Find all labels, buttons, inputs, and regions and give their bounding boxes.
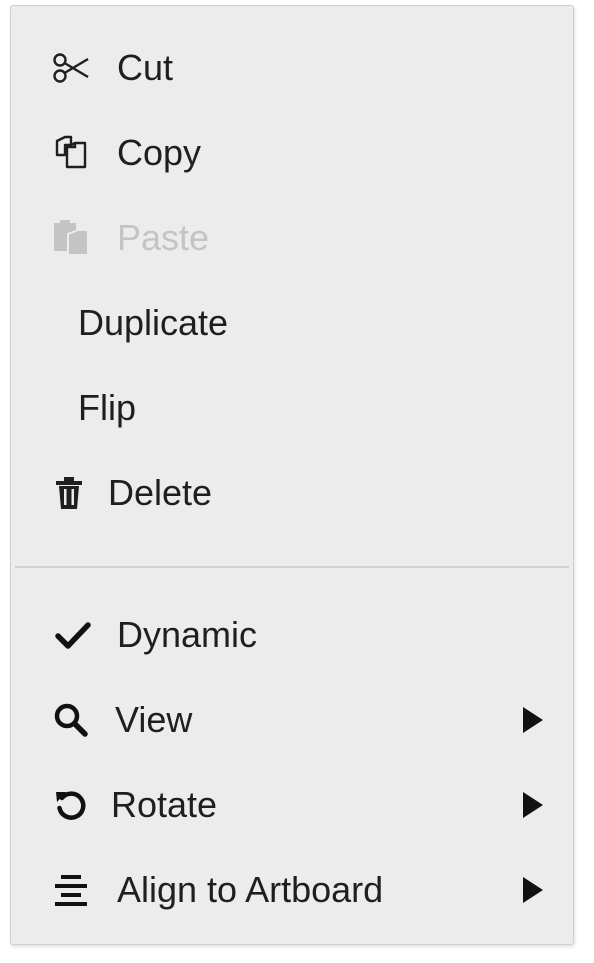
submenu-arrow-icon xyxy=(523,877,543,903)
check-icon xyxy=(53,615,93,655)
search-icon xyxy=(51,700,91,740)
menu-item-cut[interactable]: Cut xyxy=(11,28,573,108)
rotate-icon xyxy=(51,785,91,825)
menu-item-label: Align to Artboard xyxy=(117,869,384,910)
context-menu: Cut Copy Paste Duplicate Flip Delete Dyn… xyxy=(10,5,574,945)
menu-item-label: Cut xyxy=(117,47,174,88)
menu-item-duplicate[interactable]: Duplicate xyxy=(11,283,573,363)
menu-item-label: Duplicate xyxy=(78,302,229,343)
paste-icon xyxy=(51,218,91,258)
scissors-icon xyxy=(51,48,91,88)
menu-item-label: Flip xyxy=(78,387,137,428)
submenu-arrow-icon xyxy=(523,792,543,818)
menu-item-copy[interactable]: Copy xyxy=(11,113,573,193)
menu-item-label: Rotate xyxy=(111,784,218,825)
menu-item-label: Delete xyxy=(108,472,213,513)
menu-item-label: Dynamic xyxy=(117,614,258,655)
menu-item-paste[interactable]: Paste xyxy=(11,198,573,278)
menu-item-align-to-artboard[interactable]: Align to Artboard xyxy=(11,850,573,930)
menu-item-label: Copy xyxy=(117,132,202,173)
menu-item-view[interactable]: View xyxy=(11,680,573,760)
menu-item-rotate[interactable]: Rotate xyxy=(11,765,573,845)
menu-separator xyxy=(15,566,569,568)
menu-item-delete[interactable]: Delete xyxy=(11,453,573,533)
copy-icon xyxy=(51,133,91,173)
menu-item-label: Paste xyxy=(117,217,210,258)
trash-icon xyxy=(49,473,89,513)
align-center-icon xyxy=(51,870,91,910)
submenu-arrow-icon xyxy=(523,707,543,733)
menu-item-dynamic[interactable]: Dynamic xyxy=(11,595,573,675)
menu-item-label: View xyxy=(115,699,193,740)
menu-item-flip[interactable]: Flip xyxy=(11,368,573,448)
